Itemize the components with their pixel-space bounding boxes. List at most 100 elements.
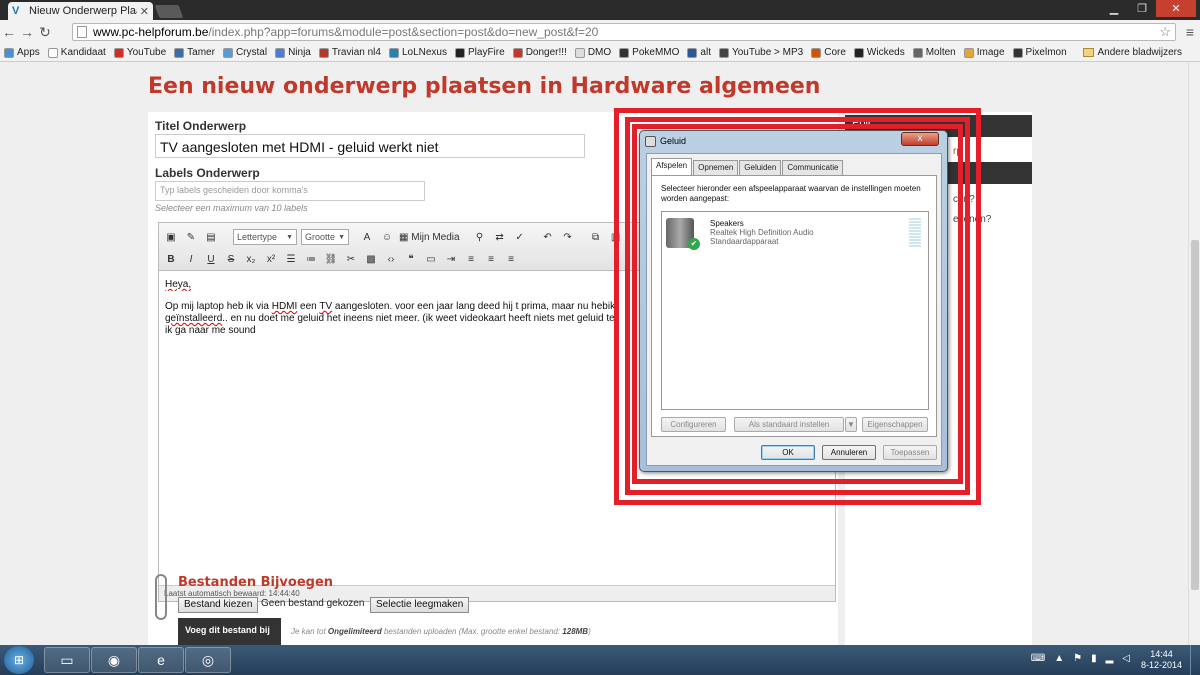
subscript-icon[interactable]: x₂ — [243, 251, 259, 267]
binoculars-icon[interactable]: ⚲ — [472, 229, 488, 245]
internet-explorer-icon[interactable]: e — [138, 647, 184, 673]
chrome-menu-icon[interactable]: ≡ — [1186, 24, 1194, 40]
minimize-icon[interactable]: ▁ — [1100, 0, 1128, 17]
indent-icon[interactable]: ⇥ — [443, 251, 459, 267]
chrome-icon[interactable]: ◉ — [91, 647, 137, 673]
clear-selection-button[interactable]: Selectie leegmaken — [370, 597, 470, 613]
tray-arrow-icon[interactable]: ▲ — [1054, 653, 1064, 664]
tab-afspelen[interactable]: Afspelen — [651, 158, 693, 175]
image-icon[interactable]: ▩ — [363, 251, 379, 267]
close-tab-icon[interactable]: ✕ — [140, 5, 149, 18]
bookmark-donger-[interactable]: Donger!!! — [509, 47, 571, 58]
eraser-icon[interactable]: ✎ — [183, 229, 199, 245]
bookmark-playfire[interactable]: PlayFire — [451, 47, 509, 58]
tab-communicatie[interactable]: Communicatie — [782, 160, 844, 175]
spoiler-icon[interactable]: ▭ — [423, 251, 439, 267]
set-default-dropdown-icon[interactable]: ▼ — [845, 417, 857, 432]
set-default-button[interactable]: Als standaard instellen — [734, 417, 844, 432]
start-button[interactable]: ⊞ — [4, 646, 34, 674]
numbered-list-icon[interactable]: ≔ — [303, 251, 319, 267]
keyboard-icon[interactable]: ⌨ — [1031, 653, 1045, 664]
align-center-icon[interactable]: ≡ — [483, 251, 499, 267]
bookmark-pokemmo[interactable]: PokeMMO — [615, 47, 683, 58]
bullet-list-icon[interactable]: ☰ — [283, 251, 299, 267]
new-tab-button[interactable] — [154, 5, 184, 18]
bookmark-wickeds[interactable]: Wickeds — [850, 47, 909, 58]
quote-icon[interactable]: ❝ — [403, 251, 419, 267]
code-icon[interactable]: ‹› — [383, 251, 399, 267]
flag-icon[interactable]: ⚑ — [1073, 653, 1082, 664]
unlink-icon[interactable]: ✂ — [343, 251, 359, 267]
my-media-button[interactable]: ▦ Mijn Media — [399, 229, 460, 245]
bookmark-youtube[interactable]: YouTube — [110, 47, 170, 58]
align-left-icon[interactable]: ≡ — [463, 251, 479, 267]
tab-geluiden[interactable]: Geluiden — [739, 160, 782, 175]
superscript-icon[interactable]: x² — [263, 251, 279, 267]
scroll-thumb[interactable] — [1191, 240, 1199, 590]
size-combo[interactable]: Grootte ▼ — [301, 229, 349, 245]
spellcheck-icon[interactable]: ✓ — [512, 229, 528, 245]
show-desktop-button[interactable] — [1190, 645, 1200, 675]
bookmark-travian-nl4[interactable]: Travian nl4 — [315, 47, 385, 58]
cancel-button[interactable]: Annuleren — [822, 445, 876, 460]
browser-tab[interactable]: V Nieuw Onderwerp Plaatse ✕ — [8, 2, 153, 20]
maximize-icon[interactable]: ❐ — [1128, 0, 1156, 17]
bookmark-alt[interactable]: alt — [683, 47, 715, 58]
volume-icon[interactable]: ◁ — [1122, 653, 1130, 664]
align-right-icon[interactable]: ≡ — [503, 251, 519, 267]
title-input[interactable]: TV aangesloten met HDMI - geluid werkt n… — [155, 134, 585, 158]
font-combo[interactable]: Lettertype ▼ — [233, 229, 297, 245]
underline-icon[interactable]: U — [203, 251, 219, 267]
properties-button[interactable]: Eigenschappen — [862, 417, 928, 432]
bookmark-star-icon[interactable]: ☆ — [1159, 24, 1171, 40]
signal-icon[interactable]: ▂ — [1106, 653, 1114, 664]
explorer-icon[interactable]: ▭ — [44, 647, 90, 673]
page-scrollbar[interactable] — [1188, 62, 1200, 645]
copy-icon[interactable]: ⧉ — [588, 229, 604, 245]
battery-icon[interactable]: ▮ — [1091, 653, 1097, 664]
forward-icon[interactable]: → — [18, 24, 36, 40]
italic-icon[interactable]: I — [183, 251, 199, 267]
address-bar[interactable]: www.pc-helpforum.be /index.php?app=forum… — [72, 23, 1176, 41]
other-bookmarks[interactable]: Andere bladwijzers — [1082, 47, 1182, 58]
undo-icon[interactable]: ↶ — [540, 229, 556, 245]
bookmark-icon — [275, 47, 286, 58]
bookmark-image[interactable]: Image — [960, 47, 1009, 58]
url-host: www.pc-helpforum.be — [93, 25, 209, 39]
bookmark-molten[interactable]: Molten — [909, 47, 960, 58]
apply-button[interactable]: Toepassen — [883, 445, 937, 460]
bookmark-pixelmon[interactable]: Pixelmon — [1009, 47, 1071, 58]
labels-input[interactable]: Typ labels gescheiden door komma's — [155, 181, 425, 201]
tab-opnemen[interactable]: Opnemen — [693, 160, 739, 175]
dialog-close-button[interactable]: x — [901, 132, 939, 146]
playback-panel: Selecteer hieronder een afspeelapparaat … — [651, 175, 937, 437]
replace-icon[interactable]: ⇄ — [492, 229, 508, 245]
strike-icon[interactable]: S — [223, 251, 239, 267]
back-icon[interactable]: ← — [0, 24, 18, 40]
smiley-icon[interactable]: ☺ — [379, 229, 395, 245]
paste-icon[interactable]: ▤ — [203, 229, 219, 245]
sound-app-icon[interactable]: ◎ — [185, 647, 231, 673]
clock[interactable]: 14:44 8-12-2014 — [1141, 649, 1182, 671]
window-close-icon[interactable]: ✕ — [1156, 0, 1196, 17]
bookmark-apps[interactable]: Apps — [0, 47, 44, 58]
ok-button[interactable]: OK — [761, 445, 815, 460]
bookmark-kandidaat[interactable]: Kandidaat — [44, 47, 110, 58]
bookmark-crystal[interactable]: Crystal — [219, 47, 271, 58]
link-icon[interactable]: ⛓ — [323, 251, 339, 267]
bookmark-tamer[interactable]: Tamer — [170, 47, 219, 58]
bold-icon[interactable]: B — [163, 251, 179, 267]
choose-file-button[interactable]: Bestand kiezen — [178, 597, 259, 613]
add-file-button[interactable]: Voeg dit bestand bij — [178, 618, 281, 645]
bookmark-lolnexus[interactable]: LoLNexus — [385, 47, 451, 58]
bookmark-core[interactable]: Core — [807, 47, 850, 58]
configure-button[interactable]: Configureren — [661, 417, 726, 432]
bookmark-youtube-mp3[interactable]: YouTube > MP3 — [715, 47, 807, 58]
text-color-icon[interactable]: A — [359, 229, 375, 245]
bookmark-icon — [811, 47, 822, 58]
redo-icon[interactable]: ↷ — [560, 229, 576, 245]
reload-icon[interactable]: ↻ — [36, 24, 54, 41]
bookmark-ninja[interactable]: Ninja — [271, 47, 315, 58]
bookmark-dmo[interactable]: DMO — [571, 47, 615, 58]
source-icon[interactable]: ▣ — [163, 229, 179, 245]
